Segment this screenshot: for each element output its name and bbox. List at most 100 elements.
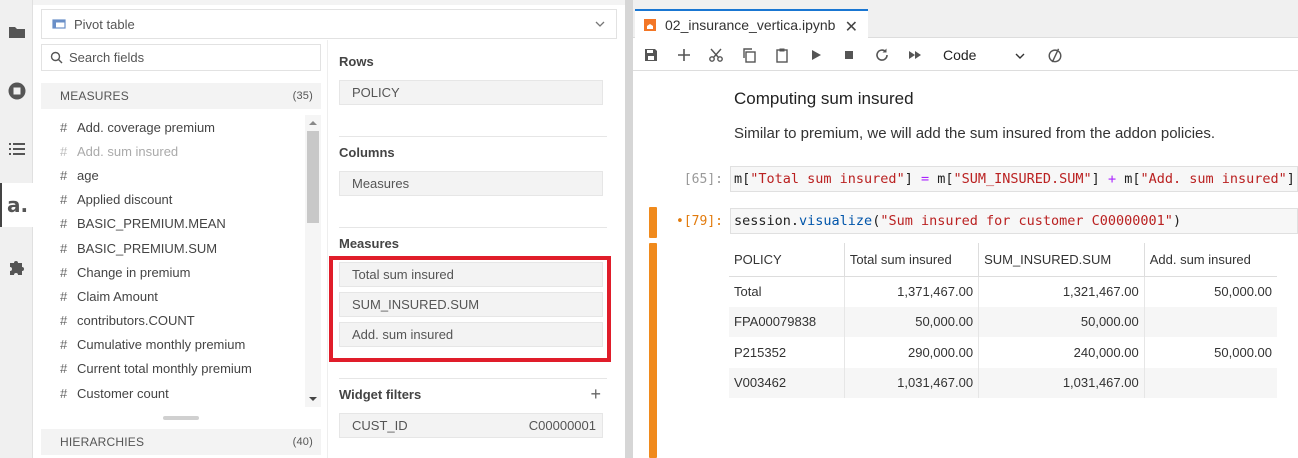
numeric-field-icon: # bbox=[60, 143, 68, 159]
measures-section-header[interactable]: MEASURES (35) bbox=[41, 83, 321, 109]
code-token: = bbox=[920, 171, 930, 187]
measure-field-item[interactable]: # Claim Amount bbox=[41, 284, 305, 308]
numeric-field-icon: # bbox=[60, 361, 68, 377]
code-cell-2[interactable]: session.visualize("Sum insured for custo… bbox=[730, 208, 1298, 234]
folder-icon[interactable] bbox=[0, 10, 33, 54]
table-cell: FPA00079838 bbox=[729, 306, 845, 337]
hierarchies-section-header[interactable]: HIERARCHIES (40) bbox=[41, 429, 321, 455]
rows-title: Rows bbox=[339, 54, 374, 69]
hierarchies-count: (40) bbox=[292, 436, 313, 448]
measure-field-label: BASIC_PREMIUM.MEAN bbox=[77, 216, 226, 232]
table-row: V003462 1,031,467.00 1,031,467.00 bbox=[729, 367, 1277, 398]
numeric-field-icon: # bbox=[60, 337, 68, 353]
measure-field-item[interactable]: # Customer count bbox=[41, 381, 305, 405]
numeric-field-icon: # bbox=[60, 313, 68, 329]
widget-type-select[interactable]: Pivot table bbox=[41, 9, 617, 39]
atoti-logo-icon[interactable]: a. bbox=[0, 183, 33, 227]
search-input[interactable] bbox=[69, 50, 299, 65]
cut-icon[interactable] bbox=[707, 46, 725, 64]
measure-field-item[interactable]: # Applied discount bbox=[41, 188, 305, 212]
rows-chip-policy[interactable]: POLICY bbox=[339, 80, 603, 105]
code-token: "SUM_INSURED.SUM" bbox=[953, 171, 1092, 187]
measure-field-label: Applied discount bbox=[77, 192, 173, 208]
measure-field-item[interactable]: # age bbox=[41, 163, 305, 187]
filter-chip-cust-id[interactable]: CUST_ID C00000001 bbox=[339, 413, 603, 438]
table-cell: 50,000.00 bbox=[1214, 344, 1272, 360]
measure-field-label: Change in premium bbox=[77, 264, 191, 280]
search-fields[interactable] bbox=[41, 44, 321, 71]
stop-icon[interactable] bbox=[840, 46, 858, 64]
restart-icon[interactable] bbox=[873, 46, 891, 64]
code-token: ) bbox=[1172, 213, 1182, 229]
hierarchies-header-label: HIERARCHIES bbox=[60, 435, 145, 449]
column-header[interactable]: SUM_INSURED.SUM bbox=[978, 243, 1145, 277]
measure-field-label: Add. coverage premium bbox=[77, 119, 216, 135]
scroll-down-arrow-icon[interactable] bbox=[309, 395, 317, 403]
atoti-logo-text: a. bbox=[6, 193, 29, 217]
measure-field-item[interactable]: # Add. coverage premium bbox=[41, 115, 305, 139]
paste-icon[interactable] bbox=[773, 46, 791, 64]
activity-bar: a. bbox=[0, 0, 33, 458]
measures-title: Measures bbox=[339, 236, 399, 251]
cell-type-select[interactable]: Code bbox=[937, 44, 1029, 66]
measure-field-item[interactable]: # BASIC_PREMIUM.SUM bbox=[41, 236, 305, 260]
cell2-prompt: •[79]: bbox=[676, 214, 723, 229]
scrollbar-thumb[interactable] bbox=[307, 131, 319, 223]
divider bbox=[339, 378, 607, 379]
copy-icon[interactable] bbox=[740, 46, 758, 64]
numeric-field-icon: # bbox=[60, 385, 68, 401]
measure-field-item[interactable]: # Add. sum insured bbox=[41, 139, 305, 163]
column-header[interactable]: Add. sum insured bbox=[1144, 243, 1277, 277]
notebook-tab[interactable]: 02_insurance_vertica.ipynb ✕ bbox=[635, 9, 868, 39]
table-cell: Total bbox=[729, 276, 845, 307]
notebook-panel: 02_insurance_vertica.ipynb ✕ Code Comput… bbox=[633, 0, 1298, 458]
active-cell-output-bar[interactable] bbox=[649, 243, 657, 458]
table-cell: 240,000.00 bbox=[978, 337, 1145, 368]
columns-chip-measures[interactable]: Measures bbox=[339, 171, 603, 196]
column-header[interactable]: Total sum insured bbox=[844, 243, 980, 277]
widget-type-label: Pivot table bbox=[74, 16, 135, 32]
close-icon[interactable]: ✕ bbox=[845, 17, 858, 37]
add-cell-icon[interactable] bbox=[675, 46, 693, 64]
measure-field-item[interactable]: # Current total monthly premium bbox=[41, 357, 305, 381]
measure-field-item[interactable]: # Cumulative monthly premium bbox=[41, 333, 305, 357]
measures-highlight-box bbox=[329, 256, 611, 362]
widget-filters-title: Widget filters bbox=[339, 387, 607, 402]
save-icon[interactable] bbox=[642, 46, 660, 64]
code-token: "Add. sum insured" bbox=[1140, 171, 1287, 187]
numeric-field-icon: # bbox=[60, 288, 68, 304]
measures-list: # Add. coverage premium # Add. sum insured #… bbox=[41, 115, 305, 407]
measure-field-item[interactable]: # Change in premium bbox=[41, 260, 305, 284]
scroll-up-arrow-icon[interactable] bbox=[309, 119, 317, 127]
measure-field-item[interactable]: # BASIC_PREMIUM.MEAN bbox=[41, 212, 305, 236]
measure-field-label: Customer count bbox=[77, 385, 169, 401]
numeric-field-icon: # bbox=[60, 119, 68, 135]
puzzle-icon[interactable] bbox=[0, 245, 33, 289]
markdown-paragraph: Similar to premium, we will add the sum … bbox=[734, 125, 1216, 142]
code-token: "Total sum insured" bbox=[750, 171, 905, 187]
widget-filters-label: Widget filters bbox=[339, 387, 422, 402]
list-icon[interactable] bbox=[0, 127, 33, 171]
run-icon[interactable] bbox=[807, 46, 825, 64]
fast-forward-icon[interactable] bbox=[906, 46, 924, 64]
resize-handle[interactable] bbox=[163, 416, 199, 420]
panel-splitter[interactable] bbox=[625, 0, 633, 458]
code-token: "Sum insured for customer C00000001" bbox=[880, 213, 1173, 229]
table-row: Total 1,371,467.00 1,321,467.00 50,000.0… bbox=[729, 276, 1277, 307]
code-token: ] bbox=[1091, 171, 1108, 187]
stop-circle-icon[interactable] bbox=[0, 69, 33, 113]
add-filter-icon[interactable]: + bbox=[590, 385, 601, 403]
measures-scrollbar[interactable] bbox=[305, 115, 321, 407]
measure-field-item[interactable]: # contributors.COUNT bbox=[41, 309, 305, 333]
code-cell-1[interactable]: m["Total sum insured"] = m["SUM_INSURED.… bbox=[730, 166, 1298, 192]
table-cell: 50,000.00 bbox=[978, 306, 1145, 337]
table-header-row: POLICY Total sum insured SUM_INSURED.SUM… bbox=[729, 243, 1277, 277]
divider bbox=[339, 136, 607, 137]
markdown-heading: Computing sum insured bbox=[734, 89, 914, 108]
measure-field-label: Claim Amount bbox=[77, 288, 158, 304]
measures-header-label: MEASURES bbox=[60, 89, 129, 103]
numeric-field-icon: # bbox=[60, 240, 68, 256]
table-cell: P215352 bbox=[729, 337, 845, 368]
column-header[interactable]: POLICY bbox=[729, 243, 845, 277]
code-token: m[ bbox=[1116, 171, 1141, 187]
